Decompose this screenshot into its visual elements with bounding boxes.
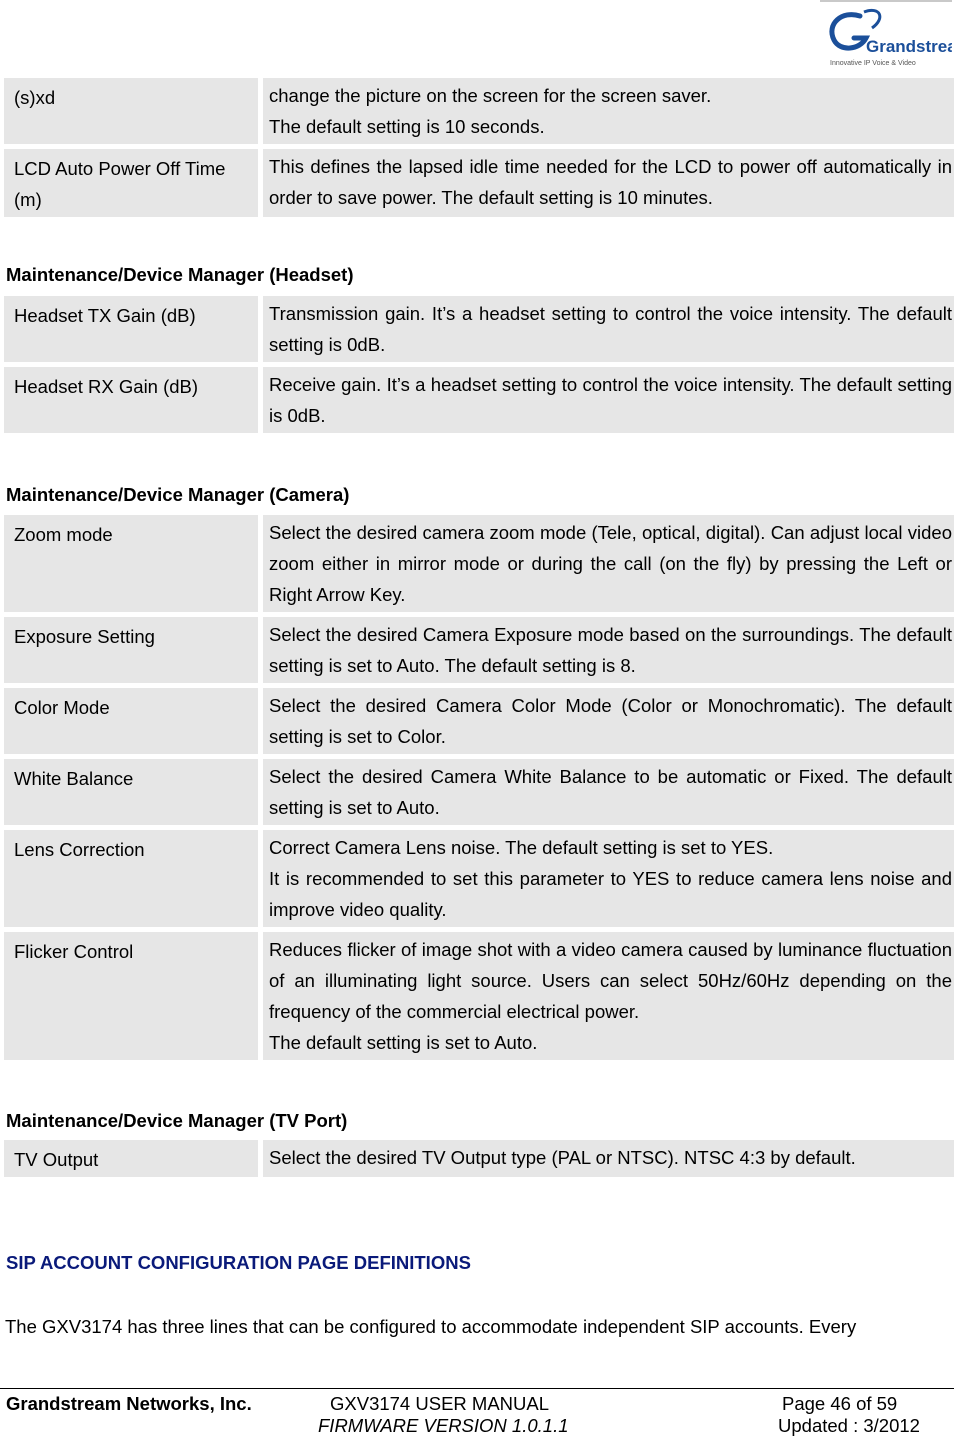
tvport-settings-table: TV Output Select the desired TV Output ty… — [4, 1135, 954, 1182]
screen-settings-table: (s)xd change the picture on the screen fo… — [4, 73, 954, 222]
description-paragraph: Select the desired TV Output type (PAL o… — [269, 1147, 856, 1168]
description-paragraph: The default setting is 10 seconds. — [269, 116, 545, 137]
description-paragraph: Receive gain. It’s a headset setting to … — [269, 374, 952, 426]
setting-name: LCD Auto Power Off Time (m) — [4, 149, 258, 217]
setting-description: Receive gain. It’s a headset setting to … — [258, 367, 954, 433]
footer-firmware-version: FIRMWARE VERSION 1.0.1.1 — [318, 1415, 569, 1436]
description-paragraph: Correct Camera Lens noise. The default s… — [269, 837, 774, 858]
table-row: Color Mode Select the desired Camera Colo… — [4, 688, 954, 754]
svg-text:Grandstream: Grandstream — [866, 37, 952, 56]
setting-description: change the picture on the screen for the… — [258, 78, 954, 144]
headset-section-heading: Maintenance/Device Manager (Headset) — [6, 264, 354, 285]
table-row: (s)xd change the picture on the screen fo… — [4, 78, 954, 144]
description-paragraph: Select the desired Camera White Balance … — [269, 766, 952, 818]
setting-description: Select the desired TV Output type (PAL o… — [258, 1140, 954, 1177]
setting-description: Transmission gain. It’s a headset settin… — [258, 296, 954, 362]
setting-description: This defines the lapsed idle time needed… — [258, 149, 954, 217]
description-paragraph: This defines the lapsed idle time needed… — [269, 156, 952, 208]
camera-settings-table: Zoom mode Select the desired camera zoom … — [4, 510, 954, 1065]
description-paragraph: It is recommended to set this parameter … — [269, 868, 952, 920]
setting-name: White Balance — [4, 759, 258, 825]
setting-name: Headset RX Gain (dB) — [4, 367, 258, 433]
setting-description: Correct Camera Lens noise. The default s… — [258, 830, 954, 927]
setting-name: Flicker Control — [4, 932, 258, 1060]
grandstream-logo-icon: Grandstream Innovative IP Voice & Video — [829, 9, 952, 67]
setting-description: Select the desired Camera Exposure mode … — [258, 617, 954, 683]
setting-name: Headset TX Gain (dB) — [4, 296, 258, 362]
grandstream-logo: Grandstream Innovative IP Voice & Video — [820, 0, 952, 74]
setting-name: Exposure Setting — [4, 617, 258, 683]
setting-description: Select the desired Camera Color Mode (Co… — [258, 688, 954, 754]
table-row: Lens Correction Correct Camera Lens noise… — [4, 830, 954, 927]
description-paragraph: Reduces flicker of image shot with a vid… — [269, 939, 952, 1022]
headset-settings-table: Headset TX Gain (dB) Transmission gain. I… — [4, 291, 954, 438]
description-paragraph: Select the desired Camera Color Mode (Co… — [269, 695, 952, 747]
setting-description: Select the desired camera zoom mode (Tel… — [258, 515, 954, 612]
sip-section-heading: SIP ACCOUNT CONFIGURATION PAGE DEFINITIO… — [6, 1252, 471, 1273]
description-paragraph: Transmission gain. It’s a headset settin… — [269, 303, 952, 355]
description-paragraph: Select the desired camera zoom mode (Tel… — [269, 522, 952, 605]
description-paragraph: The default setting is set to Auto. — [269, 1032, 538, 1053]
table-row: TV Output Select the desired TV Output ty… — [4, 1140, 954, 1177]
setting-name: Zoom mode — [4, 515, 258, 612]
setting-description: Reduces flicker of image shot with a vid… — [258, 932, 954, 1060]
table-row: Zoom mode Select the desired camera zoom … — [4, 515, 954, 612]
table-row: Flicker Control Reduces flicker of image … — [4, 932, 954, 1060]
sip-intro-paragraph: The GXV3174 has three lines that can be … — [5, 1316, 857, 1337]
setting-name: Color Mode — [4, 688, 258, 754]
svg-text:Innovative IP Voice & Video: Innovative IP Voice & Video — [830, 60, 916, 67]
page-footer: Grandstream Networks, Inc. GXV3174 USER … — [0, 1388, 954, 1438]
setting-name: (s)xd — [4, 78, 258, 144]
footer-manual-title: GXV3174 USER MANUAL — [330, 1393, 550, 1414]
footer-page-number: Page 46 of 59 — [782, 1393, 898, 1414]
footer-company: Grandstream Networks, Inc. — [6, 1393, 252, 1414]
setting-name: Lens Correction — [4, 830, 258, 927]
table-row: White Balance Select the desired Camera W… — [4, 759, 954, 825]
footer-updated-date: Updated : 3/2012 — [778, 1415, 920, 1436]
tvport-section-heading: Maintenance/Device Manager (TV Port) — [6, 1110, 348, 1131]
setting-description: Select the desired Camera White Balance … — [258, 759, 954, 825]
description-paragraph: change the picture on the screen for the… — [269, 85, 712, 106]
description-paragraph: Select the desired Camera Exposure mode … — [269, 624, 952, 676]
setting-name: TV Output — [4, 1140, 258, 1177]
table-row: Exposure Setting Select the desired Camer… — [4, 617, 954, 683]
table-row: Headset RX Gain (dB) Receive gain. It’s a… — [4, 367, 954, 433]
table-row: Headset TX Gain (dB) Transmission gain. I… — [4, 296, 954, 362]
camera-section-heading: Maintenance/Device Manager (Camera) — [6, 484, 350, 505]
table-row: LCD Auto Power Off Time (m) This defines … — [4, 149, 954, 217]
